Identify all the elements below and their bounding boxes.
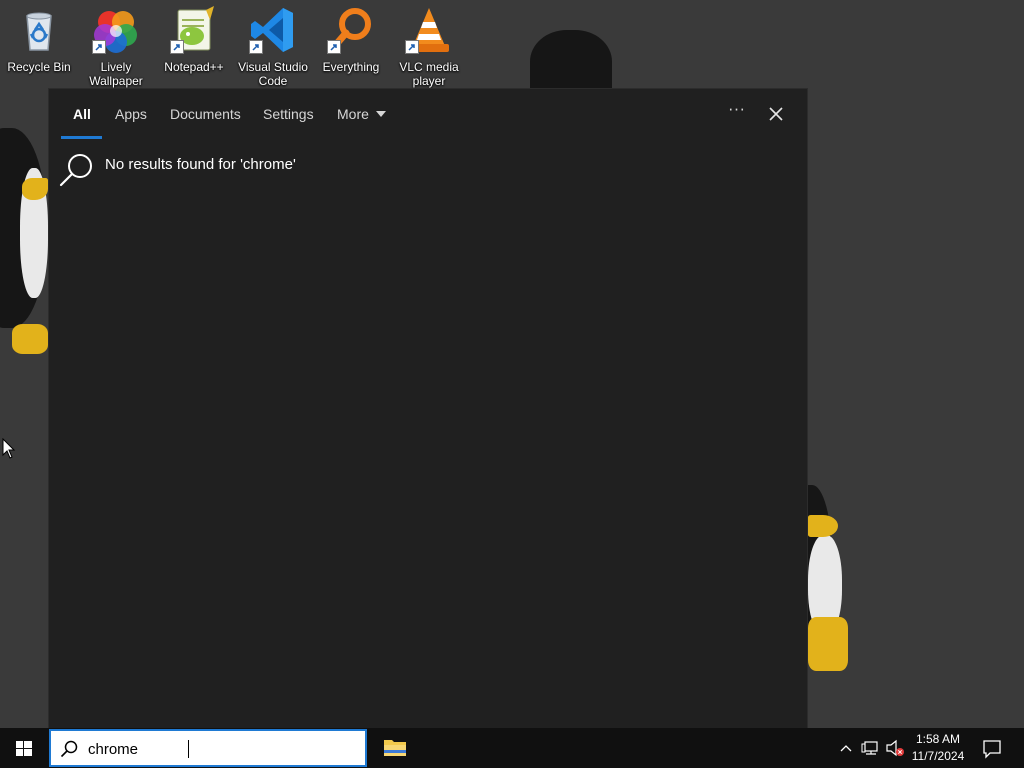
network-button[interactable] (860, 728, 882, 768)
shortcut-arrow-icon (92, 40, 106, 54)
tab-apps[interactable]: Apps (115, 106, 147, 122)
desktop-icon-vlc[interactable]: VLC media player (393, 4, 465, 88)
start-button[interactable] (0, 728, 48, 768)
desktop-icon-lively-wallpaper[interactable]: Lively Wallpaper (80, 4, 152, 88)
search-icon (59, 152, 95, 192)
lively-wallpaper-icon (92, 6, 140, 54)
desktop-icon-everything[interactable]: Everything (315, 4, 387, 88)
wallpaper-penguin-right (788, 485, 858, 675)
shortcut-arrow-icon (170, 40, 184, 54)
close-icon (769, 107, 783, 121)
search-results-panel: All Apps Documents Settings More ··· No … (48, 88, 808, 728)
windows-logo-icon (16, 741, 32, 756)
close-button[interactable] (761, 99, 791, 129)
desktop-icon-label: Lively Wallpaper (89, 60, 143, 88)
clock[interactable]: 1:58 AM 11/7/2024 (906, 731, 970, 765)
shortcut-arrow-icon (327, 40, 341, 54)
search-icon (59, 739, 79, 763)
network-icon (861, 741, 878, 755)
file-explorer-button[interactable] (374, 728, 416, 768)
tab-settings[interactable]: Settings (263, 106, 314, 122)
desktop-icon-label: Visual Studio Code (238, 60, 308, 88)
more-options-button[interactable]: ··· (722, 101, 752, 125)
desktop: Recycle Bin Lively Wallpaper Notepad++ V… (0, 0, 1024, 728)
wallpaper-penguin-left (0, 128, 50, 358)
tab-documents[interactable]: Documents (170, 106, 241, 122)
clock-date: 11/7/2024 (911, 749, 965, 763)
shortcut-arrow-icon (405, 40, 419, 54)
notepad-plus-plus-icon (170, 6, 218, 54)
active-tab-indicator (61, 136, 102, 139)
desktop-icon-label: VLC media player (399, 60, 459, 88)
no-results-message: No results found for 'chrome' (105, 156, 296, 173)
desktop-icon-notepad-plus-plus[interactable]: Notepad++ (158, 4, 230, 88)
search-input[interactable] (88, 741, 348, 758)
action-center-button[interactable] (978, 728, 1006, 768)
volume-muted-icon (886, 739, 904, 757)
desktop-icon-label: Everything (322, 60, 380, 74)
mouse-cursor-icon (2, 437, 16, 464)
folder-icon (384, 740, 406, 756)
clock-time: 1:58 AM (915, 732, 961, 746)
vscode-icon (249, 6, 297, 54)
desktop-icon-label: Notepad++ (164, 60, 224, 74)
desktop-icon-recycle-bin[interactable]: Recycle Bin (3, 4, 75, 88)
text-caret (188, 740, 189, 758)
tab-all[interactable]: All (73, 106, 91, 122)
shortcut-arrow-icon (249, 40, 263, 54)
show-hidden-icons-button[interactable] (836, 728, 856, 768)
tab-more-label: More (337, 106, 369, 122)
tab-more[interactable]: More (337, 106, 386, 122)
recycle-bin-icon (15, 6, 63, 54)
chevron-down-icon (375, 111, 386, 118)
vlc-icon (405, 6, 453, 54)
chevron-up-icon (840, 745, 852, 752)
notification-icon (983, 740, 1001, 759)
taskbar: 1:58 AM 11/7/2024 (0, 728, 1024, 768)
volume-button[interactable] (884, 728, 906, 768)
desktop-icon-label: Recycle Bin (7, 60, 71, 74)
taskbar-search-box[interactable] (49, 729, 367, 767)
desktop-icon-vscode[interactable]: Visual Studio Code (237, 4, 309, 88)
wallpaper-penguin-top (530, 30, 620, 100)
everything-search-icon (327, 6, 375, 54)
